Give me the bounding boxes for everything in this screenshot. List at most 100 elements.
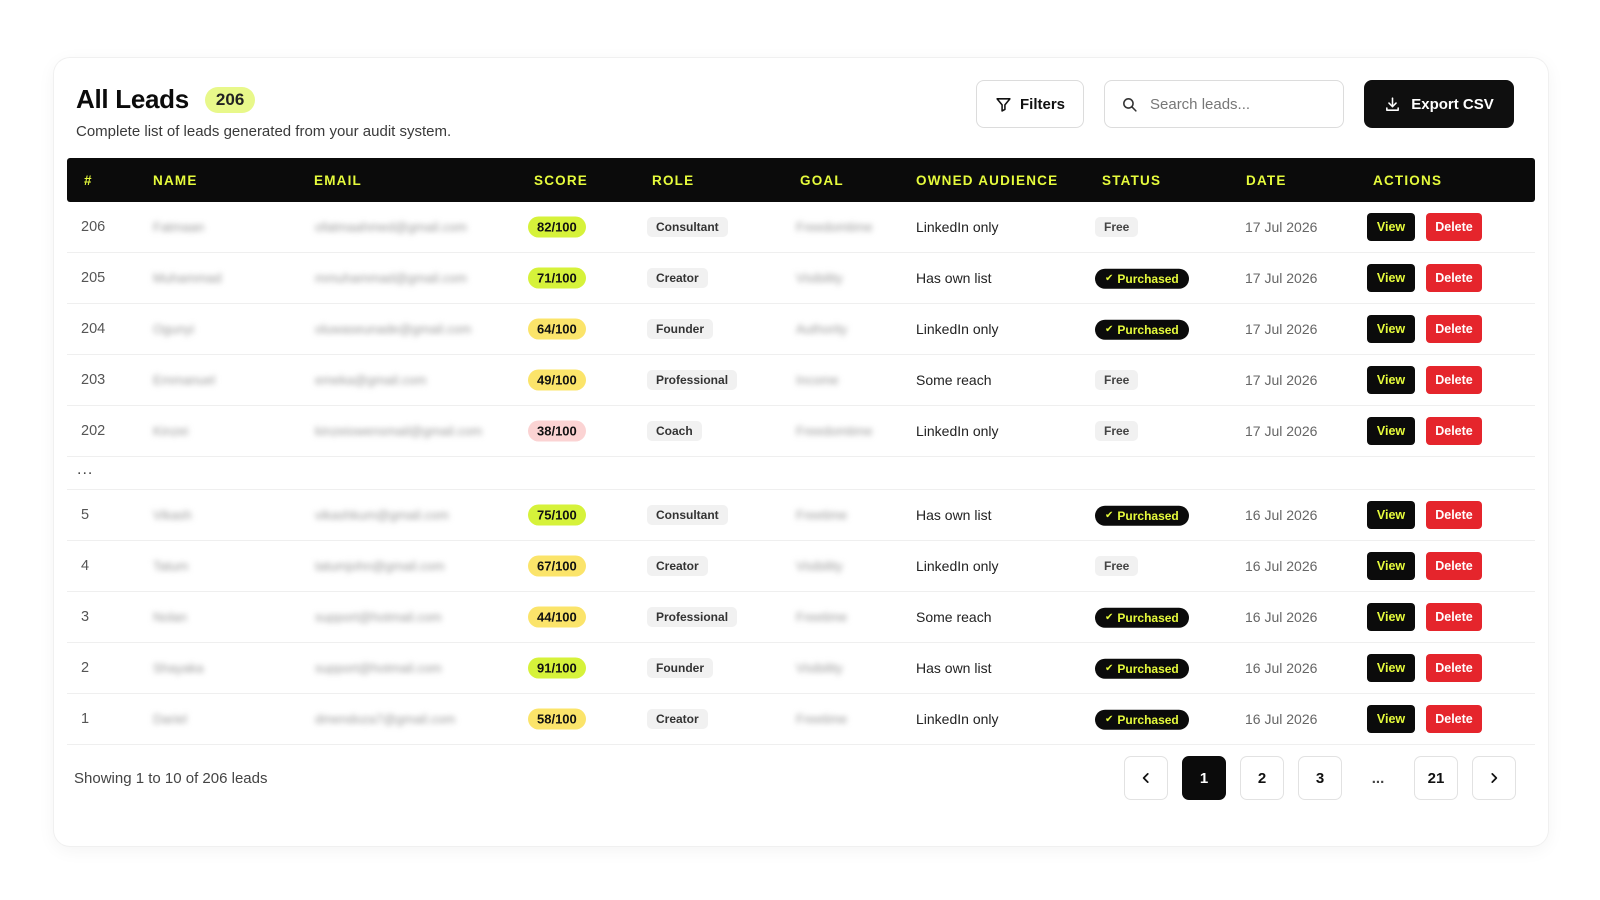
lead-date: 16 Jul 2026 [1245,711,1318,727]
role-tag: Creator [647,709,708,729]
column-header-score[interactable]: SCORE [534,173,588,188]
delete-button[interactable]: Delete [1426,366,1482,394]
lead-goal: Freetime [796,507,848,523]
view-button[interactable]: View [1367,705,1415,733]
delete-button[interactable]: Delete [1426,264,1482,292]
table-row: 3 Nolan support@hotmail.com 44/100 Professio… [67,592,1535,643]
lead-email: oluwaseunade@gmail.com [315,321,472,337]
view-button[interactable]: View [1367,603,1415,631]
view-button[interactable]: View [1367,366,1415,394]
delete-button[interactable]: Delete [1426,501,1482,529]
status-badge: ✔ Purchased [1095,607,1189,628]
row-actions: View Delete [1367,603,1482,631]
delete-button[interactable]: Delete [1426,705,1482,733]
column-header-date[interactable]: DATE [1246,173,1287,188]
column-header-email[interactable]: EMAIL [314,173,362,188]
row-actions: View Delete [1367,264,1482,292]
table-row: 202 Kinzei kinzeiowensmail@gmail.com 38/100… [67,406,1535,457]
status-cell: Free [1095,217,1139,237]
role-cell: Founder [647,319,713,339]
lead-number: 204 [81,321,106,337]
lead-email: kinzeiowensmail@gmail.com [315,423,483,439]
funnel-icon [996,97,1011,112]
column-header-status[interactable]: STATUS [1102,173,1161,188]
role-tag: Professional [647,370,738,390]
export-csv-button[interactable]: Export CSV [1364,80,1514,128]
view-button[interactable]: View [1367,264,1415,292]
row-actions: View Delete [1367,552,1482,580]
row-actions: View Delete [1367,366,1482,394]
column-header-owned-audience[interactable]: OWNED AUDIENCE [916,173,1058,188]
lead-date: 17 Jul 2026 [1245,219,1318,235]
delete-button[interactable]: Delete [1426,552,1482,580]
score-badge: 82/100 [528,216,586,238]
owned-audience: LinkedIn only [916,423,999,439]
status-cell: ✔ Purchased [1095,319,1189,340]
check-icon: ✔ [1105,611,1114,623]
check-icon: ✔ [1105,272,1114,284]
page-button-3[interactable]: 3 [1298,756,1342,800]
status-badge: Free [1095,421,1139,441]
table-body-top: 206 Fatmaan ofatmaahmed@gmail.com 82/100 Con… [67,202,1535,457]
column-header-number[interactable]: # [84,173,93,188]
score-cell: 67/100 [528,555,586,577]
score-cell: 91/100 [528,657,586,679]
delete-button[interactable]: Delete [1426,603,1482,631]
delete-button[interactable]: Delete [1426,315,1482,343]
check-icon: ✔ [1105,509,1114,521]
column-header-role[interactable]: ROLE [652,173,694,188]
delete-button[interactable]: Delete [1426,213,1482,241]
filters-button[interactable]: Filters [976,80,1084,128]
lead-name: Kinzei [153,423,189,439]
role-cell: Creator [647,709,708,729]
view-button[interactable]: View [1367,315,1415,343]
lead-number: 202 [81,423,106,439]
delete-button[interactable]: Delete [1426,654,1482,682]
table-row: 2 Shayaka support@hotmail.com 91/100 Founder… [67,643,1535,694]
page-subtitle: Complete list of leads generated from yo… [76,123,452,140]
page-button-2[interactable]: 2 [1240,756,1284,800]
search-box[interactable] [1104,80,1344,128]
page-button-1[interactable]: 1 [1182,756,1226,800]
role-cell: Professional [647,370,738,390]
prev-page-button[interactable] [1124,756,1168,800]
view-button[interactable]: View [1367,552,1415,580]
lead-goal: Freedomtime [796,423,873,439]
search-input[interactable] [1150,95,1320,113]
view-button[interactable]: View [1367,417,1415,445]
view-button[interactable]: View [1367,501,1415,529]
lead-name: Fatmaan [153,219,205,235]
owned-audience: Has own list [916,660,992,676]
status-cell: ✔ Purchased [1095,268,1189,289]
page-title: All Leads [76,84,189,114]
score-badge: 91/100 [528,657,586,679]
owned-audience: LinkedIn only [916,711,999,727]
lead-number: 206 [81,219,106,235]
page-button-21[interactable]: 21 [1414,756,1458,800]
delete-button[interactable]: Delete [1426,417,1482,445]
table-row: 206 Fatmaan ofatmaahmed@gmail.com 82/100 Con… [67,202,1535,253]
score-badge: 75/100 [528,504,586,526]
column-header-goal[interactable]: GOAL [800,173,844,188]
score-badge: 38/100 [528,420,586,442]
table-ellipsis-row: ... [67,457,1535,490]
next-page-button[interactable] [1472,756,1516,800]
table-row: 1 Dariel dmendoza7@gmail.com 58/100 Creator F… [67,694,1535,745]
view-button[interactable]: View [1367,213,1415,241]
role-cell: Coach [647,421,702,441]
owned-audience: LinkedIn only [916,321,999,337]
lead-date: 17 Jul 2026 [1245,321,1318,337]
lead-number: 1 [81,711,90,727]
lead-number: 205 [81,270,106,286]
column-header-name[interactable]: NAME [153,173,198,188]
score-cell: 44/100 [528,606,586,628]
view-button[interactable]: View [1367,654,1415,682]
lead-goal: Visibility [796,270,843,286]
role-tag: Creator [647,556,708,576]
score-cell: 58/100 [528,708,586,730]
table-header: # NAME EMAIL SCORE ROLE GOAL OWNED AUDIE… [67,158,1535,202]
owned-audience: Some reach [916,372,992,388]
pagination-summary: Showing 1 to 10 of 206 leads [74,770,268,787]
status-cell: Free [1095,556,1139,576]
lead-name: Tatum [153,558,189,574]
